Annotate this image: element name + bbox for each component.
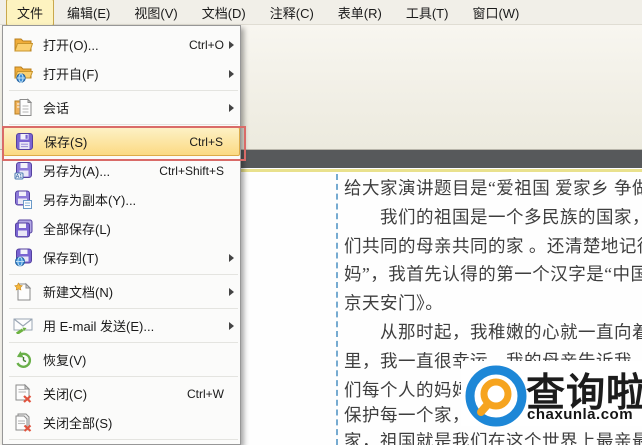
document-background (240, 150, 642, 168)
menu-item-label: 关闭全部(S) (43, 416, 113, 431)
submenu-arrow-icon (229, 103, 234, 112)
menu-item-label: 打开自(F) (43, 67, 99, 82)
submenu-arrow-icon (229, 253, 234, 262)
menu-item-save[interactable]: 保存(S) Ctrl+S (3, 127, 240, 156)
menu-item-label: 会话 (43, 101, 70, 116)
file-menu-dropdown: 打开(O)... Ctrl+O 打开自(F) 会话 保存(S) Ctrl+S A… (2, 25, 241, 445)
menu-comment[interactable]: 注释(C) (259, 0, 325, 26)
menu-item-email[interactable]: 用 E-mail 发送(E)... (3, 311, 240, 340)
menu-window[interactable]: 窗口(W) (461, 0, 530, 26)
svg-text:A1: A1 (15, 174, 22, 180)
menu-file[interactable]: 文件 (6, 0, 55, 26)
menu-separator (9, 439, 238, 440)
open-from-folder-icon (13, 64, 33, 84)
menu-item-shortcut: Ctrl+W (187, 386, 224, 401)
menu-item-shortcut: Ctrl+S (189, 134, 223, 149)
email-icon (13, 316, 33, 336)
menu-item-label: 恢复(V) (43, 353, 87, 368)
document-text-line: 家，祖国就是我们在这个世界上最亲最爱的妈妈 (344, 431, 642, 445)
submenu-arrow-icon (229, 321, 234, 330)
document-text-line: 我们的祖国是一个多民族的国家，天山、昆仑 (379, 206, 642, 227)
menu-item-label: 保存(S) (44, 135, 88, 150)
menu-form[interactable]: 表单(R) (327, 0, 393, 26)
menu-item-save-all[interactable]: 全部保存(L) (3, 214, 240, 243)
menu-separator (9, 90, 238, 91)
menu-item-label: 保存到(T) (43, 251, 99, 266)
menu-separator (9, 342, 238, 343)
menu-item-label: 关闭(C) (43, 387, 88, 402)
menu-item-label: 另存为(A)... (43, 164, 111, 179)
menu-item-save-copy[interactable]: 另存为副本(Y)... (3, 185, 240, 214)
menu-item-label: 打开(O)... (43, 38, 99, 53)
menu-item-save-as[interactable]: A1 另存为(A)... Ctrl+Shift+S (3, 156, 240, 185)
close-all-icon (13, 413, 33, 433)
menu-item-revert[interactable]: 恢复(V) (3, 345, 240, 374)
menu-item-label: 另存为副本(Y)... (43, 193, 137, 208)
new-document-icon (13, 282, 33, 302)
submenu-arrow-icon (229, 69, 234, 78)
session-icon (13, 98, 33, 118)
save-icon (14, 132, 34, 152)
menu-document[interactable]: 文档(D) (191, 0, 257, 26)
save-all-icon (13, 219, 33, 239)
submenu-arrow-icon (229, 40, 234, 49)
document-text-line: 给大家演讲题目是“爱祖国 爱家乡 争做优秀内高 (344, 178, 642, 198)
menu-item-session[interactable]: 会话 (3, 93, 240, 122)
chaxunla-logo-icon (465, 365, 527, 427)
save-to-icon (13, 248, 33, 268)
menu-edit[interactable]: 编辑(E) (56, 0, 121, 26)
pdf-editor-window: 文件 编辑(E) 视图(V) 文档(D) 注释(C) 表单(R) 工具(T) 窗… (0, 0, 642, 445)
menu-item-close[interactable]: 关闭(C) Ctrl+W (3, 379, 240, 408)
text-margin-guide (336, 174, 338, 445)
menu-item-label: 全部保存(L) (43, 222, 111, 237)
menu-separator (9, 274, 238, 275)
menu-separator (9, 376, 238, 377)
revert-icon (13, 350, 33, 370)
document-text-line: 们共同的母亲共同的家 。还清楚地记得，我咿呀 (344, 235, 642, 256)
open-folder-icon (13, 35, 33, 55)
document-text-line: 妈”，我首先认得的第一个汉字是“中国”，我会唱 (344, 264, 642, 285)
menu-item-save-to[interactable]: 保存到(T) (3, 243, 240, 272)
menu-item-label: 用 E-mail 发送(E)... (43, 319, 155, 334)
menu-tools[interactable]: 工具(T) (395, 0, 460, 26)
menu-item-new-document[interactable]: 新建文档(N) (3, 277, 240, 306)
document-text-line: 从那时起，我稚嫩的心就一直向着祖国，就 (379, 321, 642, 342)
menu-separator (9, 308, 238, 309)
menu-item-open[interactable]: 打开(O)... Ctrl+O (3, 30, 240, 59)
menu-item-shortcut: Ctrl+O (188, 37, 224, 52)
save-as-icon: A1 (13, 161, 33, 181)
menu-item-close-all[interactable]: 关闭全部(S) (3, 408, 240, 437)
menu-view[interactable]: 视图(V) (123, 0, 188, 26)
menubar: 文件 编辑(E) 视图(V) 文档(D) 注释(C) 表单(R) 工具(T) 窗… (0, 0, 642, 26)
watermark-domain: chaxunla.com (527, 406, 634, 423)
close-icon (13, 384, 33, 404)
menu-item-open-from[interactable]: 打开自(F) (3, 59, 240, 88)
menu-item-shortcut: Ctrl+Shift+S (159, 163, 224, 178)
save-copy-icon (13, 190, 33, 210)
document-text-line: 京天安门》。 (344, 293, 444, 314)
menu-separator (9, 124, 238, 125)
submenu-arrow-icon (229, 287, 234, 296)
menu-item-label: 新建文档(N) (43, 285, 114, 300)
